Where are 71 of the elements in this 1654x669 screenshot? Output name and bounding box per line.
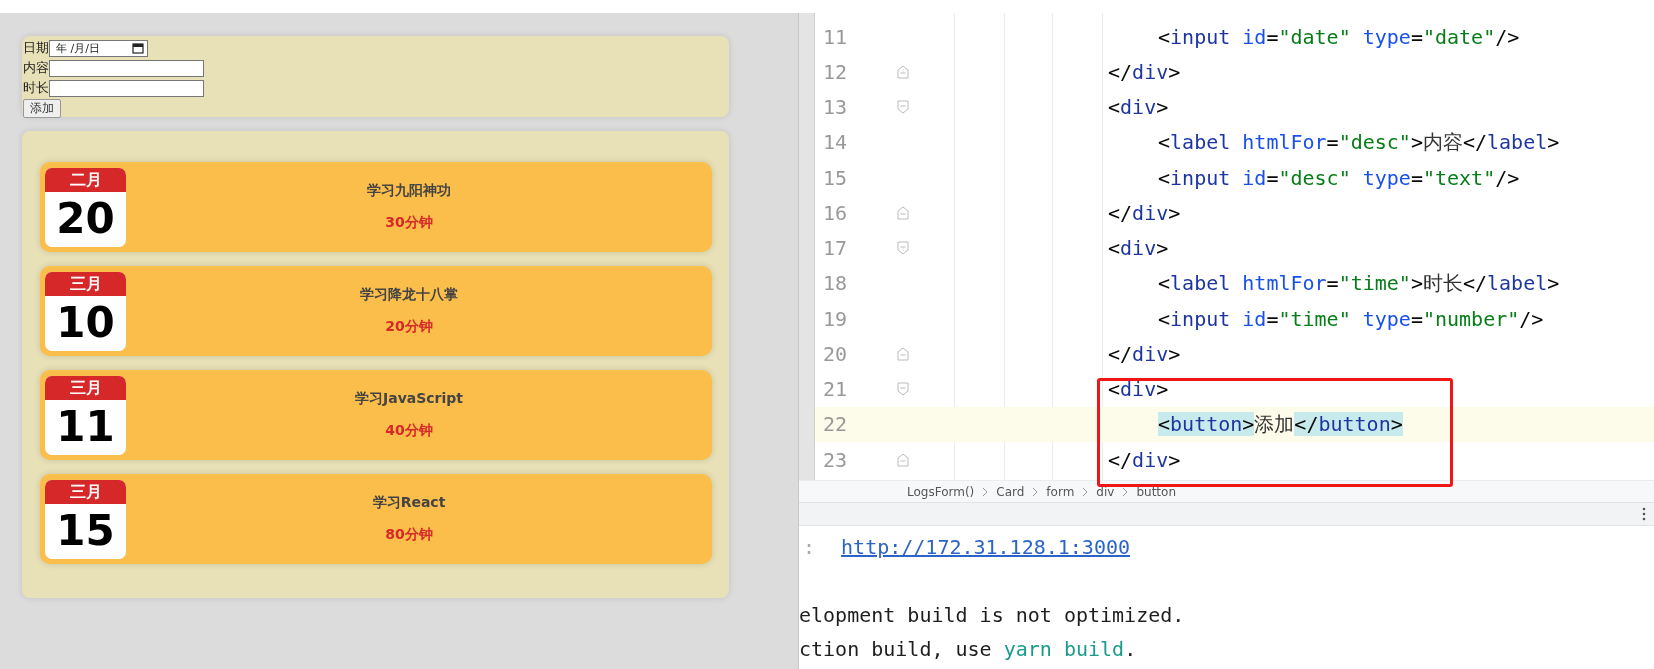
fold-marker-icon[interactable] — [897, 100, 909, 115]
line-number: 17 — [822, 236, 849, 261]
code-line: </div> — [1107, 447, 1181, 472]
fold-marker-icon[interactable] — [897, 205, 909, 220]
day-number: 10 — [55, 296, 116, 349]
code-line: </div> — [1107, 200, 1181, 225]
month-label: 二月 — [45, 167, 126, 192]
chevron-icon — [982, 486, 989, 497]
day-number: 20 — [55, 192, 116, 245]
log-duration: 30分钟 — [385, 214, 433, 232]
log-description: 学习降龙十八掌 — [360, 286, 458, 304]
line-number: 14 — [822, 130, 849, 155]
breadcrumb-item[interactable]: LogsForm() — [907, 484, 975, 499]
line-number: 23 — [822, 447, 849, 472]
log-duration: 40分钟 — [385, 422, 433, 440]
code-line: <label htmlFor="time">时长</label> — [1157, 269, 1560, 297]
code-line: <button>添加</button> — [1157, 410, 1403, 438]
line-number: 15 — [822, 165, 849, 190]
code-line: <input id="time" type="number"/> — [1157, 306, 1544, 331]
date-field[interactable]: 年 /月/日 — [49, 39, 148, 57]
log-description: 学习九阳神功 — [367, 182, 451, 200]
code-line: <div> — [1107, 95, 1169, 120]
terminal-line: ction build, use yarn build. — [799, 636, 1138, 663]
input-field[interactable] — [49, 59, 204, 77]
field-label: 时长 — [23, 79, 49, 97]
code-line: <label htmlFor="desc">内容</label> — [1157, 128, 1560, 156]
add-button[interactable]: 添加 — [23, 99, 61, 118]
field-label: 内容 — [23, 59, 49, 77]
breadcrumb-item[interactable]: div — [1096, 484, 1115, 499]
line-number: 22 — [822, 412, 849, 437]
line-number: 16 — [822, 200, 849, 225]
log-description: 学习React — [372, 494, 446, 512]
fold-marker-icon[interactable] — [897, 382, 909, 397]
code-line: <div> — [1107, 236, 1169, 261]
chevron-icon — [1122, 486, 1129, 497]
code-line: <input id="desc" type="text"/> — [1157, 165, 1520, 190]
chevron-icon — [1032, 486, 1039, 497]
day-number: 11 — [55, 400, 116, 453]
terminal-line: elopment build is not optimized. — [799, 602, 1186, 629]
line-number: 20 — [822, 341, 849, 366]
log-duration: 20分钟 — [385, 318, 433, 336]
line-number: 21 — [822, 377, 849, 402]
month-label: 三月 — [45, 375, 126, 400]
url-link[interactable]: http://172.31.128.1:3000 — [841, 535, 1131, 559]
log-duration: 80分钟 — [385, 526, 433, 544]
fold-marker-icon[interactable] — [897, 64, 909, 79]
code-line: <div> — [1107, 377, 1169, 402]
line-number: 11 — [822, 24, 849, 49]
fold-marker-icon[interactable] — [897, 452, 909, 467]
month-label: 三月 — [45, 479, 126, 504]
calendar-icon[interactable] — [132, 41, 144, 54]
breadcrumb-item[interactable]: form — [1046, 484, 1075, 499]
chevron-icon — [1082, 486, 1089, 497]
line-number: 12 — [822, 59, 849, 84]
day-number: 15 — [55, 504, 116, 557]
fold-marker-icon[interactable] — [897, 346, 909, 361]
code-line: </div> — [1107, 341, 1181, 366]
field-label: 日期 — [23, 39, 49, 57]
line-number: 13 — [822, 95, 849, 120]
line-number: 18 — [822, 271, 849, 296]
breadcrumb-item[interactable]: button — [1136, 484, 1176, 499]
code-line: </div> — [1107, 59, 1181, 84]
breadcrumb-item[interactable]: Card — [996, 484, 1025, 499]
fold-marker-icon[interactable] — [897, 241, 909, 256]
code-line: <input id="date" type="date"/> — [1157, 24, 1520, 49]
terminal-text: : — [802, 535, 816, 559]
more-icon[interactable] — [1642, 507, 1646, 521]
log-description: 学习JavaScript — [355, 390, 463, 408]
input-field[interactable] — [49, 79, 204, 97]
month-label: 三月 — [45, 271, 126, 296]
line-number: 19 — [822, 306, 849, 331]
